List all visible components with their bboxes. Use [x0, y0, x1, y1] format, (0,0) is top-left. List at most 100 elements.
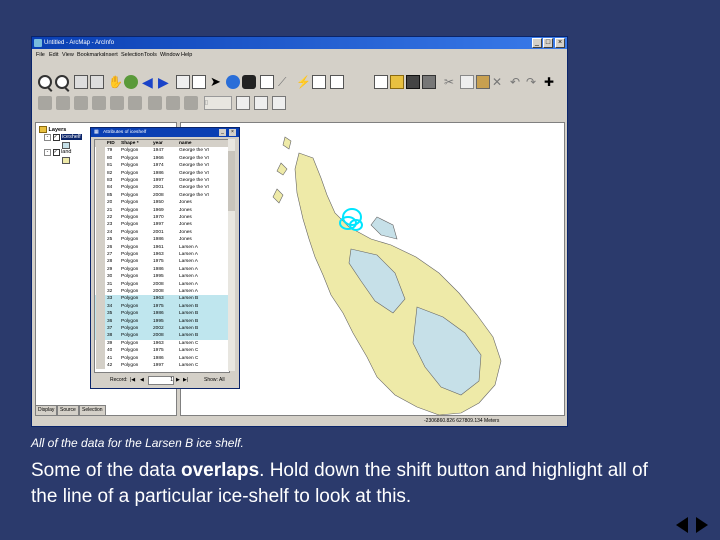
- toc-layer-iceshelf[interactable]: - ✓ iceshelf: [44, 134, 82, 141]
- table-row[interactable]: 33 Polygon 1963 Larsen B: [95, 295, 229, 303]
- row-selector[interactable]: [96, 258, 105, 266]
- next-record-icon[interactable]: ▶: [176, 375, 180, 385]
- menu-edit[interactable]: Edit: [49, 50, 58, 61]
- table-row[interactable]: 26 Polygon 1961 Larsen A: [95, 243, 229, 251]
- copy-icon[interactable]: [460, 75, 474, 89]
- zoom-in-icon[interactable]: [38, 75, 52, 89]
- land-symbol-icon[interactable]: [62, 157, 70, 164]
- table-row[interactable]: 21 Polygon 1969 Jones: [95, 206, 229, 214]
- column-header-name[interactable]: name: [179, 140, 192, 147]
- row-selector[interactable]: [96, 206, 105, 214]
- row-selector[interactable]: [96, 154, 105, 163]
- prev-record-icon[interactable]: ◀: [140, 375, 144, 385]
- table-row[interactable]: 32 Polygon 2008 Larsen A: [95, 288, 229, 296]
- row-selector[interactable]: [96, 347, 105, 355]
- first-record-icon[interactable]: |◀: [130, 375, 135, 385]
- tab-selection[interactable]: Selection: [79, 405, 106, 416]
- menu-bookmarks[interactable]: Bookmarks: [77, 50, 105, 61]
- table-row[interactable]: 84 Polygon 2001 George the VI: [95, 184, 229, 192]
- fixed-zoom-layout-icon[interactable]: [128, 96, 142, 110]
- menu-view[interactable]: View: [62, 50, 74, 61]
- full-extent-icon[interactable]: [124, 75, 138, 89]
- row-selector[interactable]: [96, 273, 105, 281]
- toc-layers-node[interactable]: Layers: [39, 126, 66, 133]
- layout-back-icon[interactable]: [166, 96, 180, 110]
- row-selector[interactable]: [96, 332, 105, 340]
- table-row[interactable]: 25 Polygon 1986 Jones: [95, 236, 229, 244]
- measure-icon[interactable]: ⟋: [278, 75, 292, 89]
- row-selector[interactable]: [96, 251, 105, 259]
- select-features-icon[interactable]: [176, 75, 190, 89]
- attribute-table-title-bar[interactable]: ▦ Attributes of iceshelf _ ×: [91, 128, 239, 137]
- table-row[interactable]: 37 Polygon 2002 Larsen B: [95, 325, 229, 333]
- tab-source[interactable]: Source: [57, 405, 79, 416]
- change-layout-icon[interactable]: [272, 96, 286, 110]
- table-row[interactable]: 41 Polygon 1986 Larsen C: [95, 354, 229, 362]
- layout-forward-icon[interactable]: [184, 96, 198, 110]
- identify-icon[interactable]: [226, 75, 240, 89]
- row-selector[interactable]: [96, 177, 105, 185]
- last-record-icon[interactable]: ▶|: [183, 375, 188, 385]
- table-row[interactable]: 81 Polygon 1974 George the VI: [95, 162, 229, 170]
- back-extent-icon[interactable]: ◀: [142, 75, 156, 89]
- layout-extent-icon[interactable]: [148, 96, 162, 110]
- undo-icon[interactable]: ↶: [510, 75, 524, 89]
- menu-file[interactable]: File: [36, 50, 45, 61]
- zoom-whole-page-icon[interactable]: [92, 96, 106, 110]
- table-row[interactable]: 28 Polygon 1975 Larsen A: [95, 258, 229, 266]
- table-row[interactable]: 82 Polygon 1986 George the VI: [95, 169, 229, 177]
- column-header-fid[interactable]: FID: [107, 140, 115, 147]
- menu-window[interactable]: Window: [160, 50, 180, 61]
- hyperlink-icon[interactable]: ⚡: [296, 75, 311, 89]
- table-row[interactable]: 30 Polygon 1995 Larsen A: [95, 273, 229, 281]
- row-selector[interactable]: [96, 339, 105, 348]
- layer-name[interactable]: land: [61, 149, 71, 155]
- table-row[interactable]: 22 Polygon 1970 Jones: [95, 214, 229, 222]
- table-row[interactable]: 35 Polygon 1986 Larsen B: [95, 310, 229, 318]
- show-value[interactable]: All: [219, 375, 225, 385]
- select-elements-icon[interactable]: ➤: [210, 75, 224, 89]
- table-row[interactable]: 39 Polygon 1963 Larsen C: [95, 339, 229, 348]
- table-scrollbar[interactable]: [228, 139, 235, 371]
- row-selector[interactable]: [96, 354, 105, 362]
- toggle-draft-icon[interactable]: [236, 96, 250, 110]
- new-document-icon[interactable]: [374, 75, 388, 89]
- menu-selection[interactable]: Selection: [121, 50, 144, 61]
- column-header-year[interactable]: year: [153, 140, 163, 147]
- row-selector[interactable]: [96, 295, 105, 303]
- row-selector[interactable]: [96, 362, 105, 370]
- zoom-out-icon[interactable]: [55, 75, 69, 89]
- delete-icon[interactable]: ✕: [492, 75, 506, 89]
- row-selector[interactable]: [96, 265, 105, 274]
- layer-checkbox[interactable]: ✓: [52, 134, 60, 141]
- table-row[interactable]: 27 Polygon 1963 Larsen A: [95, 251, 229, 259]
- previous-slide-icon[interactable]: [676, 517, 688, 533]
- row-selector[interactable]: [96, 162, 105, 170]
- fixed-zoom-out-icon[interactable]: [90, 75, 104, 89]
- close-button[interactable]: ×: [555, 38, 565, 48]
- table-row[interactable]: 83 Polygon 1997 George the VI: [95, 177, 229, 185]
- table-row[interactable]: 80 Polygon 1966 George the VI: [95, 154, 229, 163]
- fixed-zoom-in-icon[interactable]: [74, 75, 88, 89]
- layout-zoom-out-icon[interactable]: [56, 96, 70, 110]
- table-row[interactable]: 38 Polygon 2008 Larsen B: [95, 332, 229, 340]
- row-selector[interactable]: [96, 214, 105, 222]
- find-binoculars-icon[interactable]: [242, 75, 256, 89]
- paste-icon[interactable]: [476, 75, 490, 89]
- table-row[interactable]: 79 Polygon 1947 George the VI: [95, 147, 229, 155]
- focus-data-frame-icon[interactable]: [254, 96, 268, 110]
- time-slider-icon[interactable]: [330, 75, 344, 89]
- maximize-button[interactable]: □: [543, 38, 553, 48]
- layer-checkbox[interactable]: ✓: [52, 149, 60, 156]
- toc-layer-land[interactable]: - ✓ land: [44, 149, 71, 156]
- record-field[interactable]: 1: [148, 376, 174, 385]
- minimize-button[interactable]: _: [532, 38, 542, 48]
- cut-icon[interactable]: ✂: [444, 75, 458, 89]
- layout-zoom-in-icon[interactable]: [38, 96, 52, 110]
- open-folder-icon[interactable]: [390, 75, 404, 89]
- collapse-icon[interactable]: -: [44, 149, 51, 156]
- table-row[interactable]: 24 Polygon 2001 Jones: [95, 228, 229, 237]
- table-minimize-button[interactable]: _: [219, 129, 226, 136]
- row-selector[interactable]: [96, 310, 105, 318]
- menu-help[interactable]: Help: [181, 50, 192, 61]
